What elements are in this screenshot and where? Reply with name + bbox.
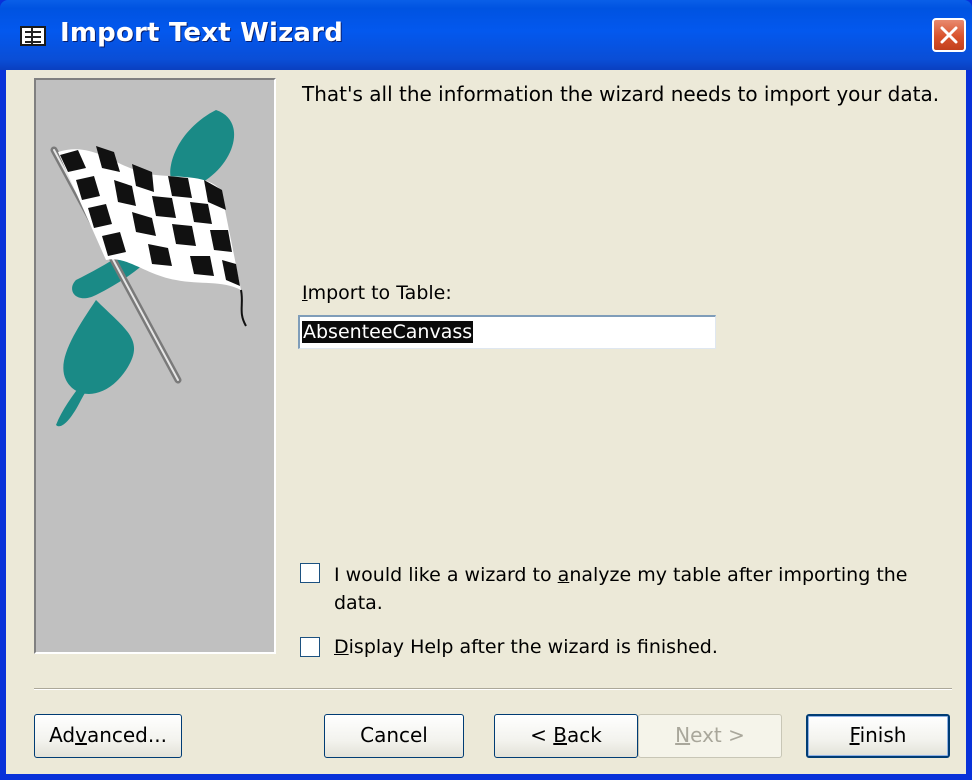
label-text: I would like a wizard to bbox=[334, 564, 558, 586]
back-button[interactable]: < Back bbox=[494, 714, 638, 758]
label-mnemonic: D bbox=[334, 636, 349, 658]
display-help-checkbox[interactable] bbox=[300, 637, 320, 657]
finish-button[interactable]: Finish bbox=[806, 714, 950, 758]
summary-message: That's all the information the wizard ne… bbox=[302, 82, 940, 106]
close-button[interactable] bbox=[932, 18, 966, 52]
wizard-illustration bbox=[34, 78, 276, 654]
import-to-table-label: Import to Table: bbox=[302, 282, 452, 304]
analyze-table-checkbox[interactable] bbox=[300, 563, 320, 583]
form-icon[interactable] bbox=[20, 26, 46, 46]
label-text: nalyze my table after importing the bbox=[569, 564, 908, 586]
button-text: inish bbox=[859, 723, 907, 747]
button-text: ack bbox=[567, 723, 602, 747]
table-name-input[interactable]: AbsenteeCanvass bbox=[298, 315, 716, 349]
button-separator bbox=[34, 688, 952, 690]
label-mnemonic: a bbox=[557, 564, 570, 586]
next-button[interactable]: Next > bbox=[638, 714, 782, 758]
analyze-table-label-line2[interactable]: data. bbox=[334, 588, 383, 618]
button-text: < bbox=[530, 723, 554, 747]
label-text: mport to Table: bbox=[307, 282, 452, 304]
title-bar[interactable]: Import Text Wizard bbox=[0, 0, 972, 70]
dialog-body: That's all the information the wizard ne… bbox=[6, 70, 966, 774]
button-text: Ad bbox=[49, 723, 76, 747]
button-mnemonic: v bbox=[75, 723, 87, 747]
advanced-button[interactable]: Advanced... bbox=[34, 714, 182, 758]
button-mnemonic: B bbox=[553, 723, 567, 747]
button-mnemonic: N bbox=[675, 723, 691, 747]
button-mnemonic: F bbox=[849, 723, 860, 747]
checkered-flag-icon bbox=[50, 110, 247, 427]
cancel-button[interactable]: Cancel bbox=[324, 714, 464, 758]
button-text: anced... bbox=[86, 723, 167, 747]
display-help-label[interactable]: Display Help after the wizard is finishe… bbox=[334, 632, 718, 662]
wizard-window: Import Text Wizard That's all the inform… bbox=[0, 0, 972, 780]
analyze-table-label[interactable]: I would like a wizard to analyze my tabl… bbox=[334, 560, 908, 590]
label-text: isplay Help after the wizard is finished… bbox=[348, 636, 718, 658]
window-title: Import Text Wizard bbox=[60, 18, 344, 48]
table-name-value[interactable]: AbsenteeCanvass bbox=[302, 321, 474, 343]
button-text: ext > bbox=[690, 723, 745, 747]
